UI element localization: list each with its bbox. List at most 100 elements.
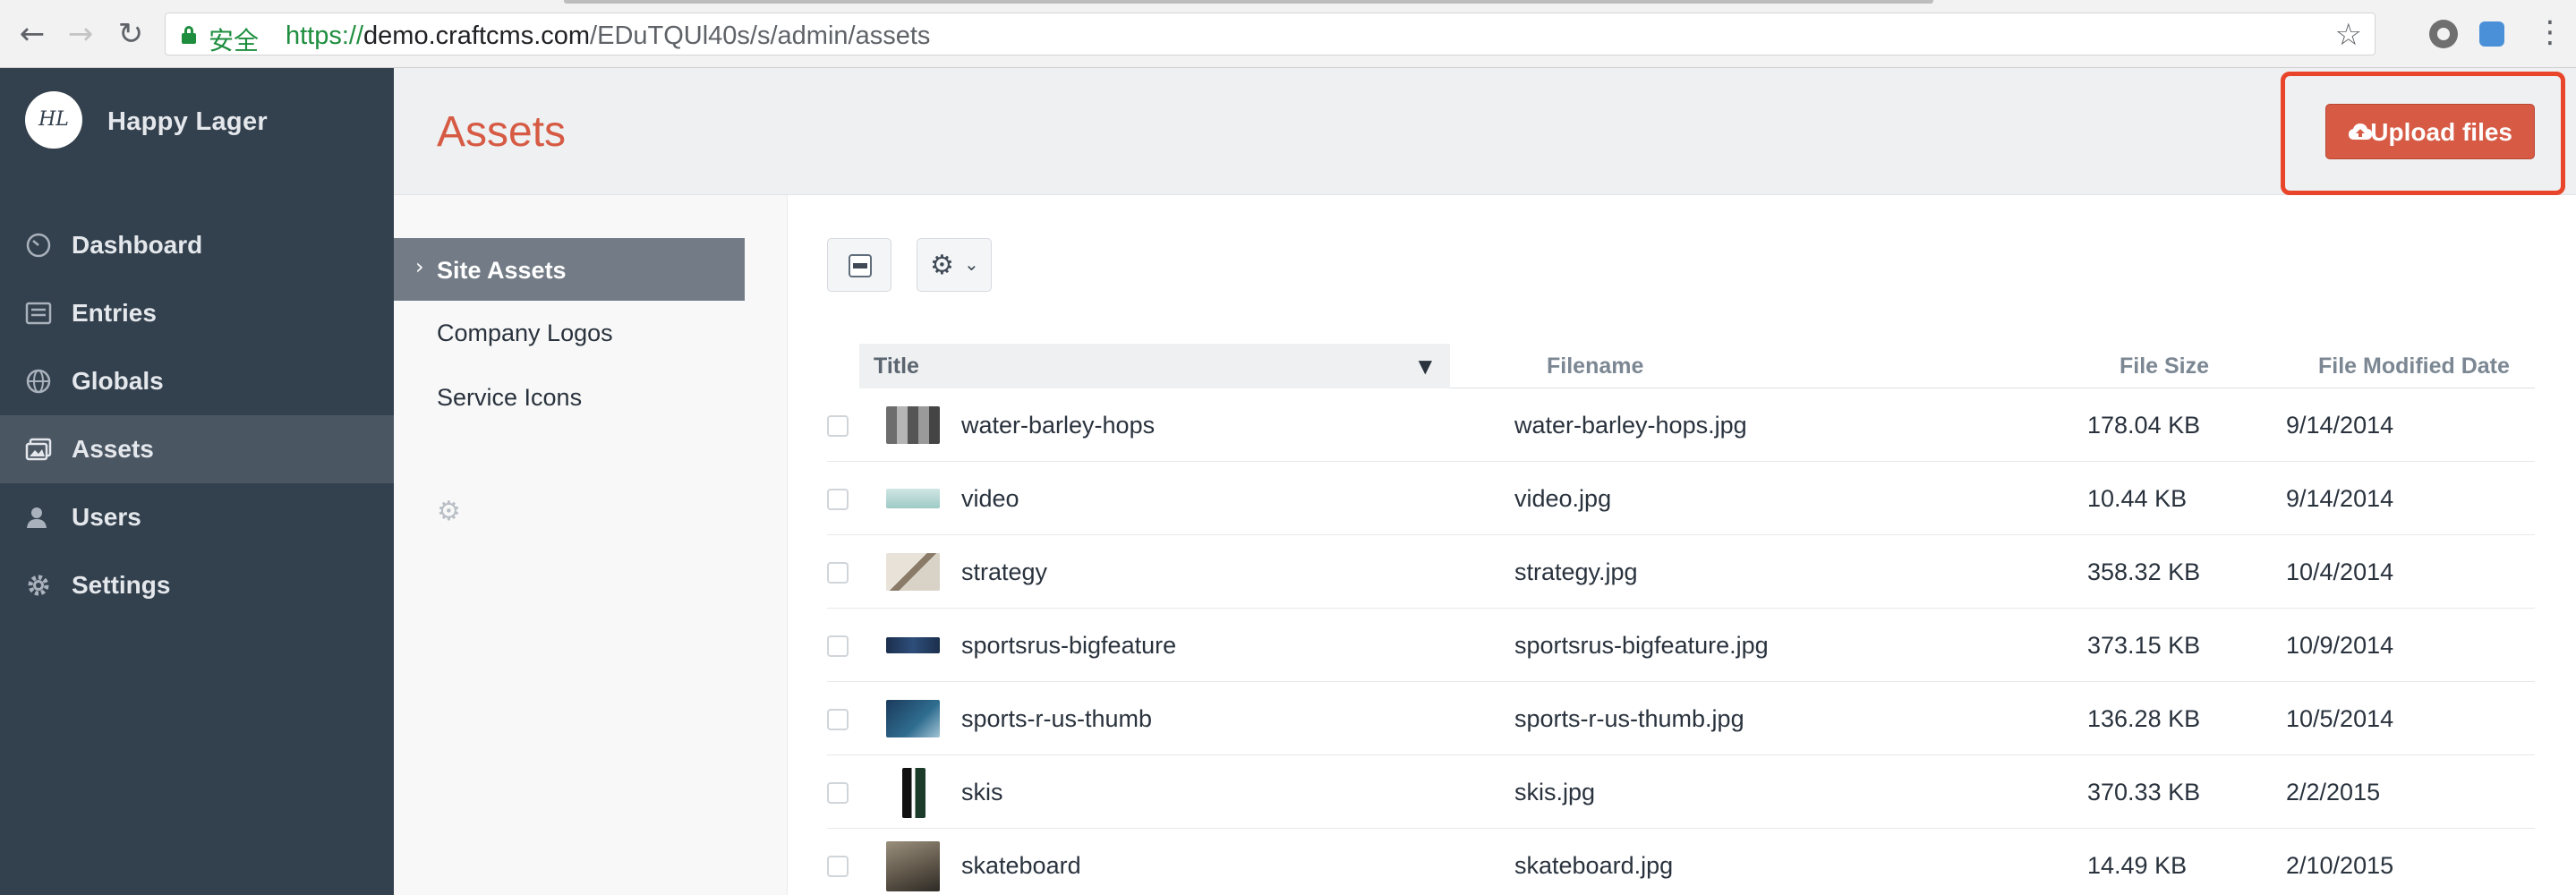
asset-title[interactable]: skis [961,779,1003,806]
column-header-file-size[interactable]: File Size [2120,344,2209,388]
forward-arrow-icon[interactable]: → [63,16,98,52]
asset-thumbnail [886,489,940,508]
site-logo[interactable]: HL [25,91,82,149]
table-row[interactable]: strategy strategy.jpg 358.32 KB 10/4/201… [827,535,2535,609]
page-title: Assets [437,108,567,156]
asset-filename: strategy.jpg [1514,558,1638,585]
asset-title[interactable]: sports-r-us-thumb [961,705,1152,733]
asset-date: 10/4/2014 [2286,558,2394,585]
row-checkbox[interactable] [827,635,849,657]
sidebar-item-label: Globals [72,367,164,395]
asset-sources-panel: › Site Assets Company Logos Service Icon… [394,195,788,895]
site-name[interactable]: Happy Lager [107,107,268,137]
url-host: demo.craftcms.com [363,21,591,50]
source-label: Company Logos [437,320,613,346]
asset-filename: skis.jpg [1514,779,1596,806]
sources-settings-gear-icon[interactable]: ⚙ [437,496,461,527]
tab-strip-edge [564,0,1933,4]
table-row[interactable]: skis skis.jpg 370.33 KB 2/2/2015 [827,755,2535,829]
sidebar-item-label: Entries [72,299,157,327]
reload-icon[interactable]: ↻ [113,16,149,52]
upload-files-button[interactable]: Upload files [2325,104,2535,159]
extension-circle-icon[interactable] [2429,20,2458,48]
chevron-down-icon: ⌄ [964,253,979,275]
source-service-icons[interactable]: Service Icons [394,365,745,428]
column-header-title[interactable]: Title ▼ [859,344,1450,388]
assets-main: ⚙ ⌄ Title ▼ Filename File Size File Modi… [788,195,2576,895]
row-checkbox[interactable] [827,709,849,730]
asset-thumbnail [886,700,940,737]
gear-icon: ⚙ [930,250,954,281]
column-header-label: Title [874,354,919,379]
users-icon [27,507,47,528]
source-label: Site Assets [437,257,567,284]
asset-thumbnail [886,637,940,653]
lock-icon [182,26,196,44]
asset-size: 373.15 KB [2087,632,2201,659]
table-row[interactable]: video video.jpg 10.44 KB 9/14/2014 [827,462,2535,535]
asset-filename: skateboard.jpg [1514,852,1674,879]
row-checkbox[interactable] [827,782,849,804]
row-checkbox[interactable] [827,489,849,510]
asset-title[interactable]: water-barley-hops [961,412,1155,439]
bookmark-star-icon[interactable]: ☆ [2335,17,2362,53]
sidebar: HL Happy Lager Dashboard Entries Globals… [0,68,394,895]
actions-menu-button[interactable]: ⚙ ⌄ [917,238,992,292]
source-label: Service Icons [437,384,583,411]
table-row[interactable]: sportsrus-bigfeature sportsrus-bigfeatur… [827,609,2535,682]
table-row[interactable]: skateboard skateboard.jpg 14.49 KB 2/10/… [827,829,2535,895]
asset-title[interactable]: skateboard [961,852,1081,880]
cloud-upload-icon [2349,124,2372,140]
sidebar-item-label: Assets [72,435,154,463]
asset-thumbnail [902,768,925,818]
table-header: Title ▼ Filename File Size File Modified… [859,344,2535,388]
sidebar-item-assets[interactable]: Assets [0,415,394,483]
address-bar[interactable]: 安全 https://demo.craftcms.com/EDuTQUl40s/… [165,13,2376,55]
row-checkbox[interactable] [827,856,849,877]
extension-sync-icon[interactable] [2479,21,2504,47]
sidebar-item-users[interactable]: Users [0,483,394,551]
source-site-assets[interactable]: › Site Assets [394,238,745,301]
sidebar-item-globals[interactable]: Globals [0,347,394,415]
browser-toolbar: ← → ↻ 安全 https://demo.craftcms.com/EDuTQ… [0,0,2576,68]
table-row[interactable]: sports-r-us-thumb sports-r-us-thumb.jpg … [827,682,2535,755]
table-row[interactable]: water-barley-hops water-barley-hops.jpg … [827,388,2535,462]
sidebar-item-settings[interactable]: Settings [0,551,394,619]
url-path: /EDuTQUl40s/s/admin/assets [590,21,931,50]
sort-desc-icon: ▼ [1418,355,1432,377]
back-arrow-icon[interactable]: ← [14,16,50,52]
asset-date: 2/2/2015 [2286,779,2381,806]
row-checkbox[interactable] [827,562,849,584]
asset-thumbnail [886,841,940,891]
checkbox-minus-icon [849,254,872,277]
asset-title[interactable]: video [961,485,1019,513]
asset-filename: sports-r-us-thumb.jpg [1514,705,1744,732]
asset-thumbnail [886,406,940,444]
asset-size: 358.32 KB [2087,558,2201,585]
chevron-right-icon[interactable]: › [415,254,424,279]
column-header-filename[interactable]: Filename [1547,344,1643,388]
asset-size: 178.04 KB [2087,412,2201,439]
asset-date: 9/14/2014 [2286,485,2394,512]
url-scheme: https:// [286,21,364,50]
source-company-logos[interactable]: Company Logos [394,301,745,363]
asset-title[interactable]: strategy [961,558,1047,586]
sidebar-item-entries[interactable]: Entries [0,279,394,347]
asset-title[interactable]: sportsrus-bigfeature [961,632,1176,660]
assets-icon [25,438,52,461]
column-header-modified-date[interactable]: File Modified Date [2318,344,2510,388]
row-checkbox[interactable] [827,415,849,437]
asset-date: 10/9/2014 [2286,632,2394,659]
select-all-checkbox[interactable] [827,238,891,292]
globe-icon [26,369,51,394]
asset-filename: video.jpg [1514,485,1612,512]
asset-thumbnail [886,553,940,591]
sidebar-item-dashboard[interactable]: Dashboard [0,211,394,279]
asset-filename: sportsrus-bigfeature.jpg [1514,632,1769,659]
asset-size: 136.28 KB [2087,705,2201,732]
url-text[interactable]: https://demo.craftcms.com/EDuTQUl40s/s/a… [286,21,930,51]
browser-menu-icon[interactable]: ⋮ [2535,14,2565,50]
asset-filename: water-barley-hops.jpg [1514,412,1747,439]
asset-date: 10/5/2014 [2286,705,2394,732]
sidebar-item-label: Settings [72,571,171,599]
